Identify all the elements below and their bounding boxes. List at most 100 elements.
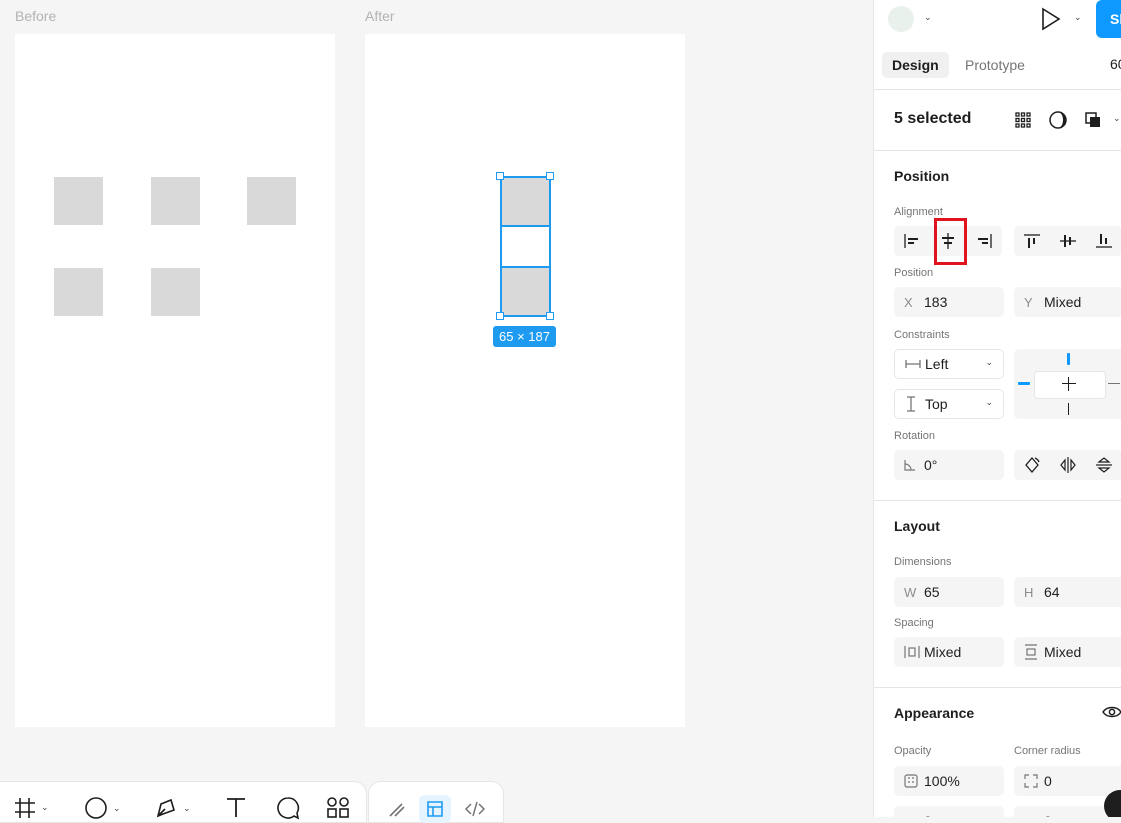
vertical-spacing-value: Mixed bbox=[1044, 644, 1082, 660]
selection-bounds[interactable] bbox=[500, 176, 551, 317]
horizontal-constraint-select[interactable]: Left ⌄ bbox=[894, 349, 1004, 379]
highlight-annotation bbox=[934, 218, 967, 265]
frame-label-after[interactable]: After bbox=[365, 8, 395, 24]
eye-icon[interactable] bbox=[1102, 704, 1121, 720]
actions-tool[interactable] bbox=[326, 796, 350, 820]
constraint-cross bbox=[1068, 377, 1069, 391]
y-prefix: Y bbox=[1024, 294, 1033, 310]
chevron-down-icon[interactable]: ⌄ bbox=[1074, 12, 1082, 23]
flip-horizontal-button[interactable] bbox=[1051, 450, 1085, 480]
resize-handle-bottom-right[interactable] bbox=[546, 312, 554, 320]
frame-tool[interactable]: ⌄ bbox=[14, 796, 49, 818]
mode-toolbar bbox=[369, 782, 503, 823]
align-vertical-center-button[interactable] bbox=[1051, 226, 1085, 256]
mask-icon[interactable] bbox=[1048, 110, 1068, 130]
chevron-down-icon[interactable]: ⌄ bbox=[41, 802, 49, 813]
frame-label-before[interactable]: Before bbox=[15, 8, 56, 24]
corner-radius-value: 0 bbox=[1044, 773, 1052, 789]
selection-divider bbox=[500, 225, 551, 227]
chevron-down-icon[interactable]: ⌄ bbox=[1113, 113, 1121, 124]
align-left-button[interactable] bbox=[895, 226, 929, 256]
frame-after[interactable] bbox=[365, 34, 685, 727]
grid-icon[interactable] bbox=[1014, 111, 1032, 129]
corner-radius-label: Corner radius bbox=[1014, 745, 1081, 757]
rotation-field[interactable]: 0° bbox=[894, 450, 1004, 480]
divider bbox=[874, 500, 1121, 501]
constraint-right[interactable] bbox=[1108, 383, 1120, 384]
x-position-field[interactable]: X 183 bbox=[894, 287, 1004, 317]
chevron-down-icon[interactable]: ⌄ bbox=[113, 803, 121, 814]
constraint-widget[interactable] bbox=[1014, 349, 1121, 419]
constraint-bottom[interactable] bbox=[1068, 403, 1069, 415]
flip-vertical-button[interactable] bbox=[1087, 450, 1121, 480]
appearance-extra-value: 0 bbox=[924, 813, 932, 817]
height-field[interactable]: H 64 bbox=[1014, 577, 1121, 607]
layout-section-title: Layout bbox=[894, 518, 940, 534]
resize-handle-top-right[interactable] bbox=[546, 172, 554, 180]
chevron-down-icon[interactable]: ⌄ bbox=[924, 12, 932, 23]
play-icon[interactable] bbox=[1040, 7, 1062, 31]
divider bbox=[874, 687, 1121, 688]
constraint-top-active[interactable] bbox=[1067, 353, 1070, 365]
draw-mode-button[interactable] bbox=[381, 795, 413, 823]
avatar[interactable] bbox=[888, 6, 914, 32]
rectangle[interactable] bbox=[54, 268, 103, 316]
align-top-icon bbox=[1024, 234, 1040, 248]
text-tool[interactable] bbox=[225, 796, 247, 818]
tab-design[interactable]: Design bbox=[882, 52, 949, 78]
rectangle[interactable] bbox=[151, 268, 200, 316]
vertical-spacing-field[interactable]: Mixed bbox=[1014, 637, 1121, 667]
align-bottom-button[interactable] bbox=[1087, 226, 1121, 256]
rotate-button[interactable] bbox=[1015, 450, 1049, 480]
opacity-field[interactable]: 100% bbox=[894, 766, 1004, 796]
frame-before[interactable] bbox=[15, 34, 335, 727]
dev-mode-button[interactable] bbox=[459, 795, 491, 823]
appearance-extra-field[interactable]: 0 bbox=[894, 806, 1004, 817]
tab-prototype[interactable]: Prototype bbox=[955, 52, 1035, 78]
divider bbox=[874, 150, 1121, 151]
rotate-icon bbox=[1025, 457, 1040, 473]
comment-tool[interactable] bbox=[276, 796, 300, 820]
rectangle[interactable] bbox=[151, 177, 200, 225]
design-mode-icon bbox=[427, 801, 443, 817]
align-right-button[interactable] bbox=[967, 226, 1001, 256]
h-value: 64 bbox=[1044, 584, 1060, 600]
share-button[interactable]: Sh bbox=[1096, 0, 1121, 38]
rectangle[interactable] bbox=[247, 177, 296, 225]
opacity-icon bbox=[904, 774, 922, 788]
opacity-label: Opacity bbox=[894, 745, 932, 757]
properties-panel: ⌄ ⌄ Sh Design Prototype 60 5 selected ⌄ … bbox=[873, 0, 1121, 817]
constraint-left-active[interactable] bbox=[1018, 382, 1030, 385]
rectangle[interactable] bbox=[54, 177, 103, 225]
boolean-icon[interactable] bbox=[1083, 110, 1103, 130]
corner-radius-field[interactable]: 0 bbox=[1014, 766, 1121, 796]
position-label: Position bbox=[894, 267, 934, 279]
horizontal-spacing-value: Mixed bbox=[924, 644, 962, 660]
zoom-level[interactable]: 60 bbox=[1110, 56, 1121, 72]
corner-radius-icon bbox=[1024, 774, 1042, 788]
y-value: Mixed bbox=[1044, 294, 1082, 310]
width-field[interactable]: W 65 bbox=[894, 577, 1004, 607]
h-prefix: H bbox=[1024, 584, 1034, 600]
selection-divider bbox=[500, 266, 551, 268]
vertical-align-group bbox=[1014, 226, 1121, 256]
horizontal-constraint-icon bbox=[905, 358, 923, 370]
design-mode-button[interactable] bbox=[419, 795, 451, 823]
text-tool-icon bbox=[227, 798, 245, 817]
chevron-down-icon[interactable]: ⌄ bbox=[183, 803, 191, 814]
resize-handle-bottom-left[interactable] bbox=[496, 312, 504, 320]
resize-handle-top-left[interactable] bbox=[496, 172, 504, 180]
appearance-section-title: Appearance bbox=[894, 705, 975, 721]
comment-tool-icon bbox=[277, 797, 300, 820]
align-top-button[interactable] bbox=[1015, 226, 1049, 256]
vertical-spacing-icon bbox=[1024, 644, 1042, 660]
chevron-down-icon: ⌄ bbox=[985, 357, 993, 367]
y-position-field[interactable]: Y Mixed bbox=[1014, 287, 1121, 317]
horizontal-spacing-field[interactable]: Mixed bbox=[894, 637, 1004, 667]
shape-tool[interactable]: ⌄ bbox=[84, 796, 121, 820]
vertical-constraint-value: Top bbox=[925, 396, 948, 412]
pen-tool[interactable]: ⌄ bbox=[154, 796, 191, 820]
divider bbox=[874, 89, 1121, 90]
dimensions-label: Dimensions bbox=[894, 556, 952, 568]
vertical-constraint-select[interactable]: Top ⌄ bbox=[894, 389, 1004, 419]
